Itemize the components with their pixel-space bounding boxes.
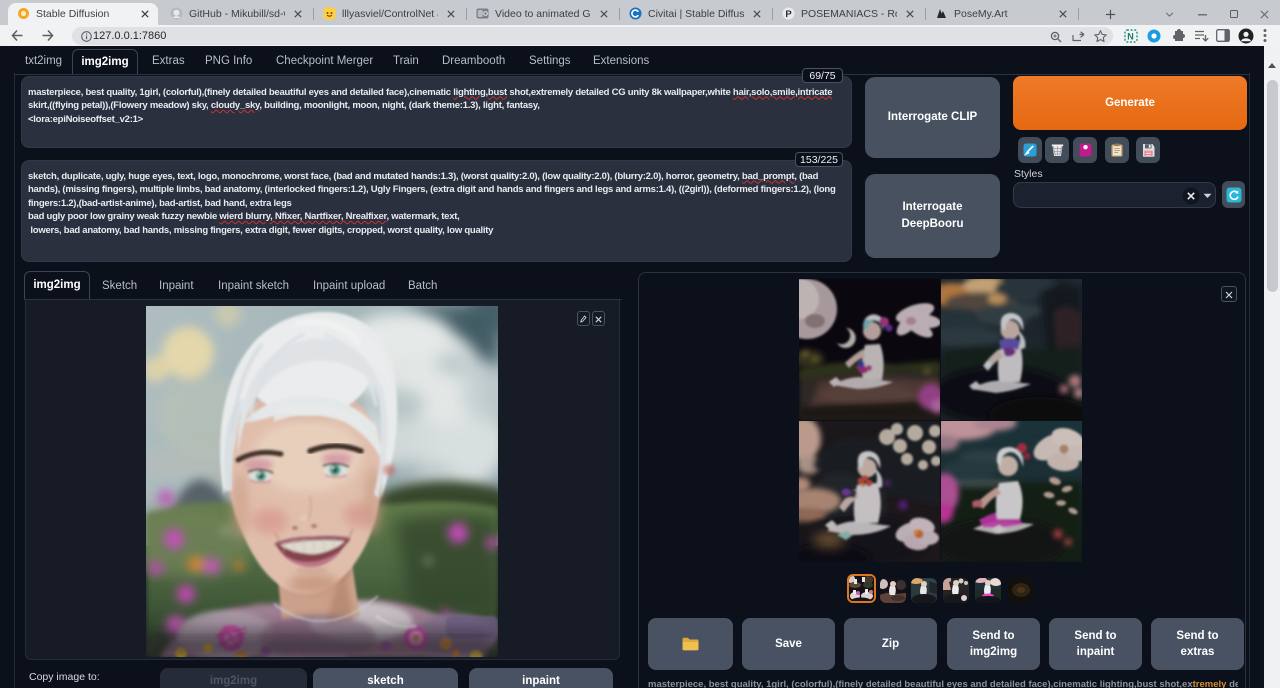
svg-text:P: P — [785, 9, 792, 20]
svg-text:N: N — [1127, 32, 1134, 42]
